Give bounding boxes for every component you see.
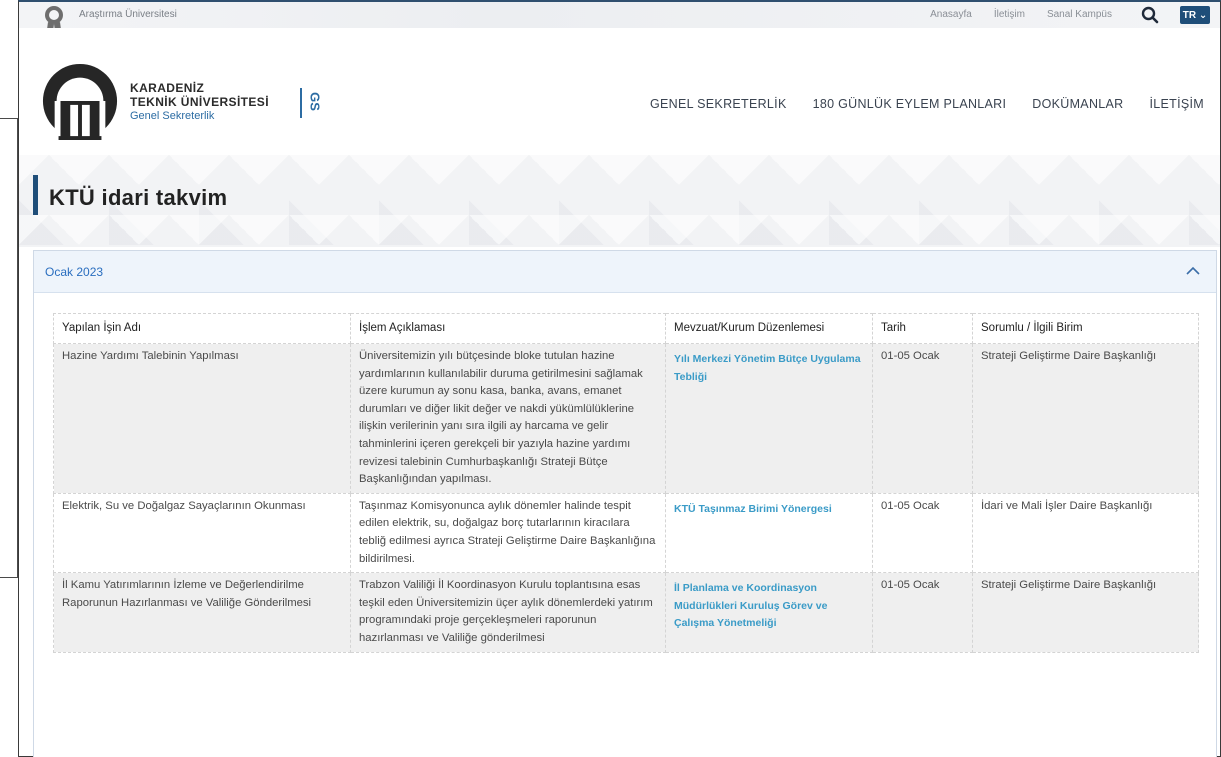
link-home[interactable]: Anasayfa xyxy=(930,9,972,20)
site-header: KARADENİZ TEKNİK ÜNİVERSİTESİ Genel Sekr… xyxy=(19,28,1220,155)
search-icon[interactable] xyxy=(1141,6,1159,24)
logo-divider xyxy=(300,88,302,118)
title-accent-bar xyxy=(33,175,38,215)
cell-task: İl Kamu Yatırımlarının İzleme ve Değerle… xyxy=(53,572,351,653)
table-row: İl Kamu Yatırımlarının İzleme ve Değerle… xyxy=(53,572,1199,653)
utility-links: Anasayfa İletişim Sanal Kampüs xyxy=(930,9,1112,20)
logo-text[interactable]: KARADENİZ TEKNİK ÜNİVERSİTESİ Genel Sekr… xyxy=(130,81,269,123)
logo-line-genel-sekreterlik: Genel Sekreterlik xyxy=(130,110,215,122)
logo-line-teknik: TEKNİK ÜNİVERSİTESİ xyxy=(130,95,269,109)
cell-regulation-link[interactable]: KTÜ Taşınmaz Birimi Yönergesi xyxy=(665,492,873,574)
calendar-table: Yapılan İşin Adı İşlem Açıklaması Mevzua… xyxy=(53,313,1199,653)
cell-date: 01-05 Ocak xyxy=(872,343,973,494)
cell-date: 01-05 Ocak xyxy=(872,572,973,653)
cell-task: Elektrik, Su ve Doğalgaz Sayaçlarının Ok… xyxy=(53,492,351,574)
cell-date: 01-05 Ocak xyxy=(872,492,973,574)
page-title: KTÜ idari takvim xyxy=(49,185,228,210)
col-header-date: Tarih xyxy=(872,313,973,344)
page-title-banner: KTÜ idari takvim xyxy=(19,155,1220,247)
accordion-panel: Ocak 2023 Yapılan İşin Adı İşlem Açıklam… xyxy=(33,250,1217,757)
nav-item-iletisim[interactable]: İLETİŞİM xyxy=(1150,97,1205,111)
col-header-unit: Sorumlu / İlgili Birim xyxy=(972,313,1199,344)
language-selector[interactable]: TR ⌄ xyxy=(1180,6,1210,24)
cell-description: Taşınmaz Komisyonunca aylık dönemler hal… xyxy=(350,492,666,574)
accordion-header[interactable]: Ocak 2023 xyxy=(34,251,1216,293)
link-contact[interactable]: İletişim xyxy=(994,9,1025,20)
ktu-logo-icon[interactable] xyxy=(41,62,119,140)
logo-line-karadeniz: KARADENİZ xyxy=(130,81,205,95)
link-virtual-campus[interactable]: Sanal Kampüs xyxy=(1047,9,1112,20)
background-window-edge xyxy=(0,118,18,578)
cell-regulation-link[interactable]: Yılı Merkezi Yönetim Bütçe Uygulama Tebl… xyxy=(665,343,873,494)
cell-unit: Strateji Geliştirme Daire Başkanlığı xyxy=(972,572,1199,653)
top-utility-bar: Araştırma Üniversitesi Anasayfa İletişim… xyxy=(19,2,1220,38)
col-header-task: Yapılan İşin Adı xyxy=(53,313,351,344)
cell-task: Hazine Yardımı Talebinin Yapılması xyxy=(53,343,351,494)
cell-regulation-link[interactable]: İl Planlama ve Koordinasyon Müdürlükleri… xyxy=(665,572,873,653)
cell-description: Üniversitemizin yılı bütçesinde bloke tu… xyxy=(350,343,666,494)
table-row: Elektrik, Su ve Doğalgaz Sayaçlarının Ok… xyxy=(53,492,1199,574)
table-header-row: Yapılan İşin Adı İşlem Açıklaması Mevzua… xyxy=(53,313,1199,344)
research-university-label: Araştırma Üniversitesi xyxy=(79,9,177,20)
cell-unit: İdari ve Mali İşler Daire Başkanlığı xyxy=(972,492,1199,574)
nav-item-eylem-planlari[interactable]: 180 GÜNLÜK EYLEM PLANLARI xyxy=(813,97,1007,111)
col-header-regulation: Mevzuat/Kurum Düzenlemesi xyxy=(665,313,873,344)
nav-item-genel-sekreterlik[interactable]: GENEL SEKRETERLİK xyxy=(650,97,787,111)
logo-gs-badge: GS xyxy=(307,92,323,111)
chevron-up-icon[interactable] xyxy=(1186,266,1200,276)
accordion-title[interactable]: Ocak 2023 xyxy=(45,265,103,279)
nav-item-dokumanlar[interactable]: DOKÜMANLAR xyxy=(1032,97,1123,111)
cell-unit: Strateji Geliştirme Daire Başkanlığı xyxy=(972,343,1199,494)
cell-description: Trabzon Valiliği İl Koordinasyon Kurulu … xyxy=(350,572,666,653)
main-nav: GENEL SEKRETERLİK 180 GÜNLÜK EYLEM PLANL… xyxy=(650,97,1204,111)
col-header-description: İşlem Açıklaması xyxy=(350,313,666,344)
table-row: Hazine Yardımı Talebinin Yapılması Ünive… xyxy=(53,343,1199,494)
